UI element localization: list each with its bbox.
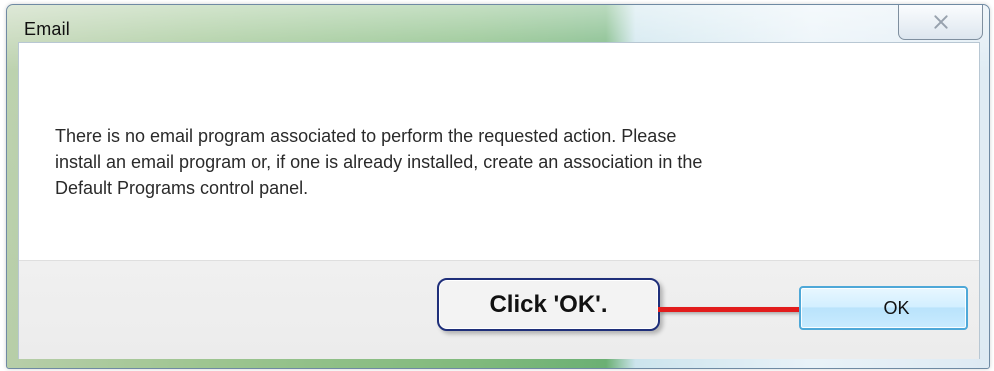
window-title: Email xyxy=(24,19,71,39)
ok-button[interactable]: OK xyxy=(799,286,968,330)
close-icon xyxy=(932,13,950,31)
button-bar: Click 'OK'. OK xyxy=(19,260,979,359)
dialog-content: There is no email program associated to … xyxy=(18,42,980,359)
email-dialog-window: Email There is no email program associat… xyxy=(6,4,990,369)
close-button[interactable] xyxy=(898,5,983,40)
error-message: There is no email program associated to … xyxy=(55,126,703,199)
message-area: There is no email program associated to … xyxy=(19,43,979,260)
instruction-callout: Click 'OK'. xyxy=(437,278,660,331)
